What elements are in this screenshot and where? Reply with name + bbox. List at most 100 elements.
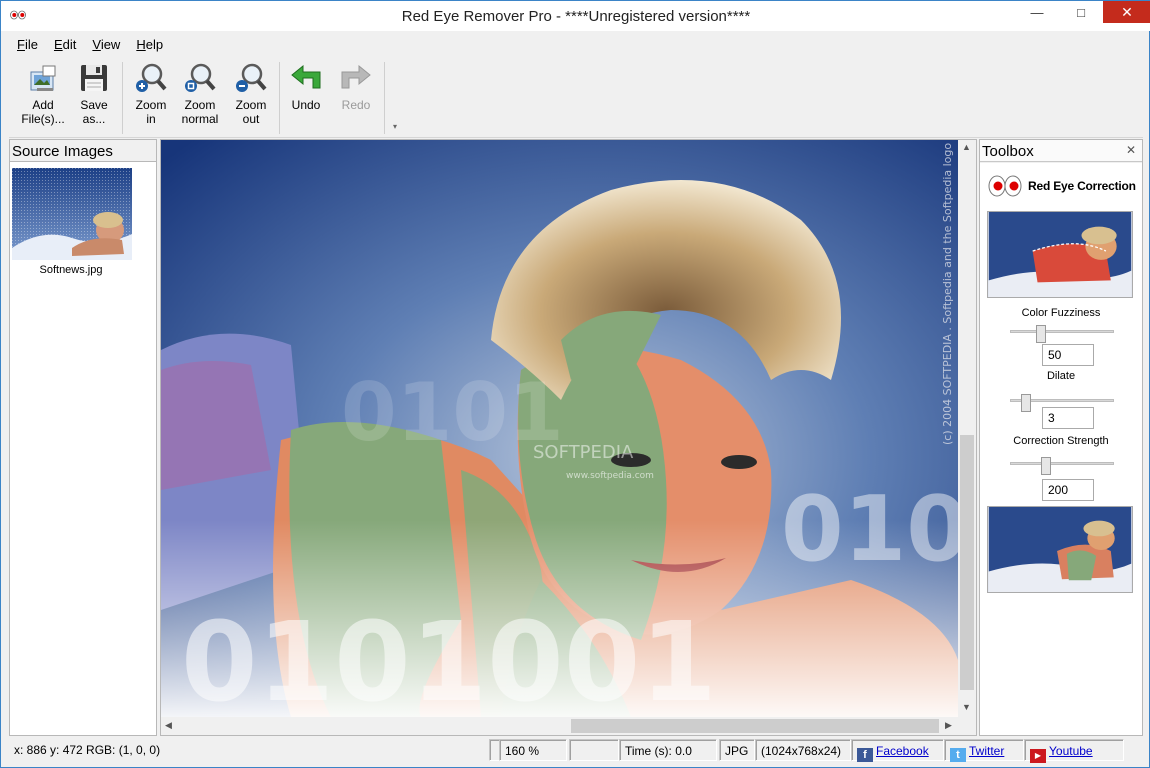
toolbox-title: Toolbox <box>982 143 1034 160</box>
facebook-link-label: Facebook <box>876 744 929 758</box>
zoom-out-icon <box>236 63 267 92</box>
twitter-link[interactable]: t Twitter <box>944 739 1024 762</box>
color-fuzziness-input[interactable]: 50 <box>1042 344 1094 366</box>
status-bar: x: 886 y: 472 RGB: (1, 0, 0) 160 % Time … <box>9 738 1143 763</box>
zoom-normal-button[interactable]: Zoom normal <box>176 60 224 136</box>
maximize-icon: □ <box>1077 4 1085 20</box>
slider-thumb[interactable] <box>1041 457 1051 475</box>
undo-arrow-icon <box>291 64 321 89</box>
close-icon: ✕ <box>1121 3 1133 20</box>
dilate-slider[interactable] <box>1010 394 1114 412</box>
edited-photo[interactable]: 0101001 010 0101 (c) 2004 SOFTPEDIA . So… <box>161 140 958 717</box>
menu-file[interactable]: File <box>9 37 46 52</box>
scroll-left-icon[interactable]: ◀ <box>165 720 172 731</box>
thumbnail-softnews[interactable] <box>12 168 132 260</box>
add-files-button[interactable]: Add File(s)... <box>19 60 67 136</box>
menu-view[interactable]: View <box>84 37 128 52</box>
youtube-link[interactable]: ▶ Youtube <box>1024 739 1124 763</box>
redo-button[interactable]: Redo <box>332 60 380 136</box>
svg-text:0101001: 0101001 <box>181 598 717 717</box>
toolbar-separator <box>384 62 385 134</box>
minimize-icon: — <box>1030 4 1044 20</box>
toolbar-separator <box>279 62 280 134</box>
zoom-normal-icon <box>185 63 216 92</box>
scroll-up-icon[interactable]: ▲ <box>962 142 971 152</box>
selection-preview <box>987 211 1133 298</box>
dilate-input[interactable]: 3 <box>1042 407 1094 429</box>
slider-track <box>1010 330 1114 333</box>
correction-strength-input[interactable]: 200 <box>1042 479 1094 501</box>
toolbar: Add File(s)... Save as... Zoom in Zoom n… <box>9 56 1143 138</box>
facebook-icon: f <box>857 748 873 762</box>
result-preview <box>987 506 1133 593</box>
minimize-button[interactable]: — <box>1015 1 1059 23</box>
source-images-panel: Source Images Softnews.jpg <box>9 139 157 736</box>
correction-strength-label: Correction Strength <box>1013 435 1109 447</box>
image-dimensions: (1024x768x24) <box>755 739 851 761</box>
red-eye-correction-title: Red Eye Correction <box>1028 179 1136 193</box>
youtube-link-label: Youtube <box>1049 744 1093 758</box>
scroll-right-icon[interactable]: ▶ <box>945 720 952 731</box>
toolbox-panel: Toolbox ✕ Red Eye Correction Color Fuzzi… <box>979 139 1143 736</box>
zoom-in-button[interactable]: Zoom in <box>127 60 175 136</box>
menu-bar: File Edit View Help <box>9 33 1143 55</box>
red-eye-correction-section[interactable]: Red Eye Correction <box>988 173 1138 199</box>
twitter-icon: t <box>950 748 966 762</box>
title-bar[interactable]: Red Eye Remover Pro - ****Unregistered v… <box>1 1 1150 31</box>
facebook-link[interactable]: f Facebook <box>851 739 944 762</box>
zoom-level: 160 % <box>499 739 567 761</box>
processing-time: Time (s): 0.0 <box>619 739 717 761</box>
toolbox-header: Toolbox ✕ <box>980 140 1142 162</box>
menu-help[interactable]: Help <box>128 37 171 52</box>
thumbnail-filename: Softnews.jpg <box>39 264 103 276</box>
add-files-icon <box>30 65 56 91</box>
save-as-label: Save as... <box>80 98 108 126</box>
window-controls: — □ ✕ <box>1015 1 1150 23</box>
add-files-label: Add File(s)... <box>21 98 65 126</box>
image-viewer[interactable]: 0101001 010 0101 (c) 2004 SOFTPEDIA . So… <box>160 139 977 736</box>
source-images-header: Source Images <box>10 140 156 162</box>
correction-strength-slider[interactable] <box>1010 457 1114 475</box>
close-button[interactable]: ✕ <box>1103 1 1150 23</box>
vertical-scrollbar[interactable]: ▲ ▼ <box>958 140 976 717</box>
zoom-normal-label: Zoom normal <box>181 98 219 126</box>
softpedia-watermark: (c) 2004 SOFTPEDIA . Softpedia and the S… <box>941 140 954 445</box>
toolbox-content: Red Eye Correction Color Fuzziness 50 Di… <box>980 163 1142 735</box>
slider-thumb[interactable] <box>1021 394 1031 412</box>
zoom-out-label: Zoom out <box>235 98 267 126</box>
toolbar-separator <box>122 62 123 134</box>
zoom-in-label: Zoom in <box>135 98 167 126</box>
redo-arrow-icon <box>341 64 371 89</box>
redo-label: Redo <box>341 98 371 112</box>
horizontal-scrollbar[interactable]: ◀ ▶ <box>161 717 958 735</box>
softpedia-logo-text: SOFTPEDIA <box>533 442 634 463</box>
image-format: JPG <box>719 739 755 761</box>
toolbar-overflow-chevron-icon[interactable]: ▾ <box>393 122 397 131</box>
window-title: Red Eye Remover Pro - ****Unregistered v… <box>401 8 751 25</box>
menu-edit[interactable]: Edit <box>46 37 84 52</box>
dilate-label: Dilate <box>1046 370 1076 382</box>
twitter-link-label: Twitter <box>969 744 1005 758</box>
vertical-scroll-thumb[interactable] <box>960 435 974 690</box>
maximize-button[interactable]: □ <box>1059 1 1103 23</box>
softpedia-url-text: www.softpedia.com <box>566 471 654 481</box>
undo-button[interactable]: Undo <box>282 60 330 136</box>
red-eyes-icon <box>988 175 1022 197</box>
undo-label: Undo <box>291 98 321 112</box>
svg-text:0101: 0101 <box>341 366 564 459</box>
app-window: Red Eye Remover Pro - ****Unregistered v… <box>0 0 1150 768</box>
horizontal-scroll-thumb[interactable] <box>571 719 939 733</box>
floppy-disk-icon <box>81 65 107 91</box>
zoom-in-icon <box>136 63 167 92</box>
save-as-button[interactable]: Save as... <box>70 60 118 136</box>
toolbox-close-icon[interactable]: ✕ <box>1124 143 1138 157</box>
color-fuzziness-label: Color Fuzziness <box>1021 307 1101 319</box>
slider-track <box>1010 462 1114 465</box>
scrollbar-corner <box>958 717 976 735</box>
scroll-down-icon[interactable]: ▼ <box>962 702 971 712</box>
status-cell-empty <box>569 739 619 761</box>
zoom-out-button[interactable]: Zoom out <box>227 60 275 136</box>
slider-thumb[interactable] <box>1036 325 1046 343</box>
cursor-coordinates: x: 886 y: 472 RGB: (1, 0, 0) <box>14 743 161 757</box>
color-fuzziness-slider[interactable] <box>1010 325 1114 343</box>
